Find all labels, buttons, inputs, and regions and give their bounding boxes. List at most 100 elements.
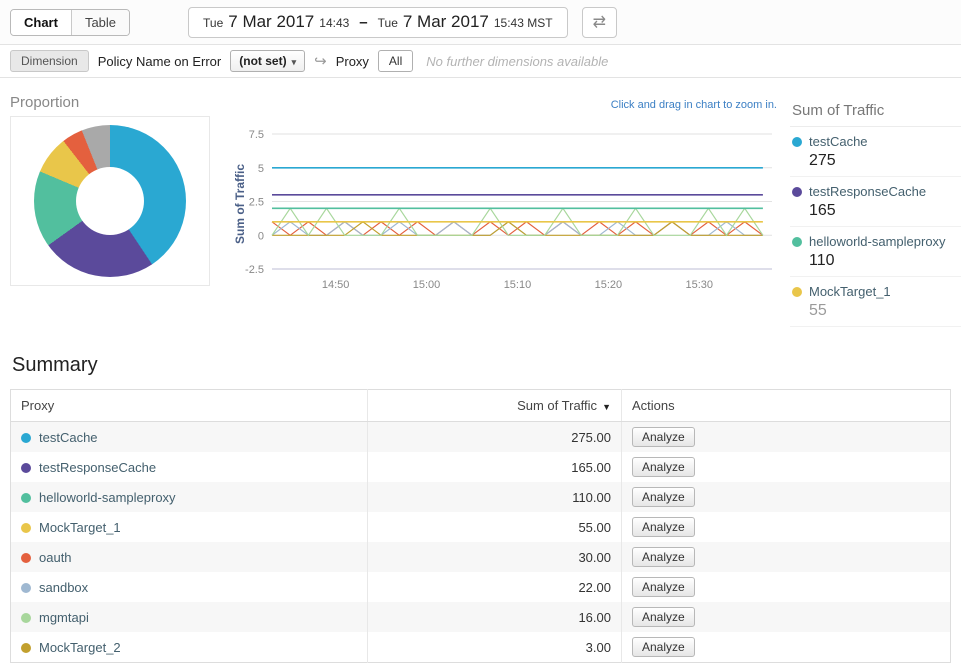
chevron-down-icon: ▾ [292,57,297,67]
no-dimensions-hint: No further dimensions available [426,54,608,69]
analyze-button[interactable]: Analyze [632,457,695,477]
table-row: testCache275.00 Analyze [11,422,951,453]
summary-table: Proxy Sum of Traffic▼ Actions testCache2… [10,389,951,663]
proportion-title: Proportion [10,94,79,111]
refresh-button[interactable]: ⇄ [582,7,617,38]
refresh-icon: ⇄ [593,14,606,31]
col-header-proxy[interactable]: Proxy [11,390,368,422]
legend-series-name: helloworld-sampleproxy [809,234,946,249]
actions-cell: Analyze [621,422,950,453]
traffic-line-chart[interactable]: -2.502.557.514:5015:0015:1015:2015:30 [232,124,777,294]
actions-cell: Analyze [621,602,950,632]
actions-cell: Analyze [621,512,950,542]
dimension-value-dropdown[interactable]: (not set) ▾ [230,50,305,72]
proxy-cell: MockTarget_2 [11,632,368,663]
col-header-actions: Actions [621,390,950,422]
chart-section: Proportion Click and drag in chart to zo… [0,78,961,340]
table-row: MockTarget_23.00Analyze [11,632,951,663]
proxy-color-dot [21,493,31,503]
legend-item[interactable]: testResponseCache165 [790,177,961,227]
end-day: Tue [378,16,398,30]
analyze-button[interactable]: Analyze [632,547,695,567]
actions-cell: Analyze [621,542,950,572]
legend-series-name: testCache [809,134,868,149]
summary-table-body: testCache275.00 Analyze testResponseCache 1… [11,422,951,663]
series-color-dot [792,237,802,247]
table-row: sandbox 22.00 Analyze [11,572,951,602]
series-color-dot [792,187,802,197]
proxy-cell: testCache [11,422,368,453]
analyze-button[interactable]: Analyze [632,487,695,507]
legend-title: Sum of Traffic [790,102,961,127]
actions-cell: Analyze [621,572,950,602]
proxy-name: helloworld-sampleproxy [39,490,176,505]
end-time: 15:43 MST [494,16,553,30]
legend-item[interactable]: helloworld-sampleproxy 110 [790,227,961,277]
col-header-traffic[interactable]: Sum of Traffic▼ [368,390,622,422]
traffic-value-cell: 165.00 [368,452,622,482]
proxy-cell: oauth [11,542,368,572]
proxy-cell: testResponseCache [11,452,368,482]
proxy-name: testResponseCache [39,460,156,475]
chart-tab[interactable]: Chart [11,10,71,35]
legend-item[interactable]: MockTarget_155 [790,277,961,327]
svg-text:15:20: 15:20 [595,279,623,291]
proxy-cell: helloworld-sampleproxy [11,482,368,512]
table-row: mgmtapi16.00Analyze [11,602,951,632]
line-chart-area[interactable]: Sum of Traffic -2.502.557.514:5015:0015:… [232,124,777,299]
svg-text:0: 0 [258,230,264,242]
svg-text:7.5: 7.5 [249,129,264,141]
dimension-chip[interactable]: Dimension [10,50,89,72]
proxy-color-dot [21,433,31,443]
start-day: Tue [203,16,223,30]
y-axis-label: Sum of Traffic [233,164,247,244]
chart-legend: Sum of Traffic testCache275testResponseC… [790,102,961,334]
table-row: oauth 30.00 Analyze [11,542,951,572]
end-date: 7 Mar 2017 [403,12,489,32]
proxy-name: sandbox [39,580,88,595]
dimension-value: (not set) [239,54,286,68]
legend-item[interactable]: testCache275 [790,127,961,177]
analyze-button[interactable]: Analyze [632,577,695,597]
proportion-chart[interactable] [10,116,210,286]
svg-text:2.5: 2.5 [249,197,264,209]
summary-title: Summary [12,354,951,377]
actions-cell: Analyze [621,452,950,482]
svg-text:15:10: 15:10 [504,279,532,291]
dimension-bar: Dimension Policy Name on Error (not set)… [0,45,961,78]
table-tab[interactable]: Table [71,10,129,35]
legend-series-value: 165 [809,202,961,220]
dimension-name: Policy Name on Error [98,54,222,69]
proxy-all-button[interactable]: All [378,50,413,72]
proxy-color-dot [21,643,31,653]
proxy-name: oauth [39,550,72,565]
table-row: MockTarget_1 55.00 Analyze [11,512,951,542]
analyze-button[interactable]: Analyze [632,517,695,537]
traffic-value-cell: 55.00 [368,512,622,542]
table-row: helloworld-sampleproxy 110.00 Analyze [11,482,951,512]
proxy-color-dot [21,613,31,623]
series-color-dot [792,137,802,147]
legend-series-value: 110 [809,252,961,270]
proxy-color-dot [21,583,31,593]
view-toggle: Chart Table [10,9,130,36]
proportion-donut[interactable] [34,125,186,277]
traffic-value-cell: 30.00 [368,542,622,572]
actions-cell: Analyze [621,632,950,663]
legend-series-name: MockTarget_1 [809,284,891,299]
traffic-value-cell: 16.00 [368,602,622,632]
sort-desc-icon[interactable]: ▼ [602,402,611,412]
traffic-value-cell: 110.00 [368,482,622,512]
analyze-button[interactable]: Analyze [632,637,695,657]
analyze-button[interactable]: Analyze [632,607,695,627]
date-separator: – [359,14,367,31]
proxy-name: MockTarget_1 [39,520,121,535]
zoom-hint: Click and drag in chart to zoom in. [232,99,777,111]
date-range-picker[interactable]: Tue 7 Mar 2017 14:43 – Tue 7 Mar 2017 15… [188,7,568,38]
table-header-row: Proxy Sum of Traffic▼ Actions [11,390,951,422]
analyze-button[interactable]: Analyze [632,427,695,447]
proxy-cell: MockTarget_1 [11,512,368,542]
traffic-value-cell: 22.00 [368,572,622,602]
top-toolbar: Chart Table Tue 7 Mar 2017 14:43 – Tue 7… [0,0,961,45]
traffic-value-cell: 275.00 [368,422,622,453]
